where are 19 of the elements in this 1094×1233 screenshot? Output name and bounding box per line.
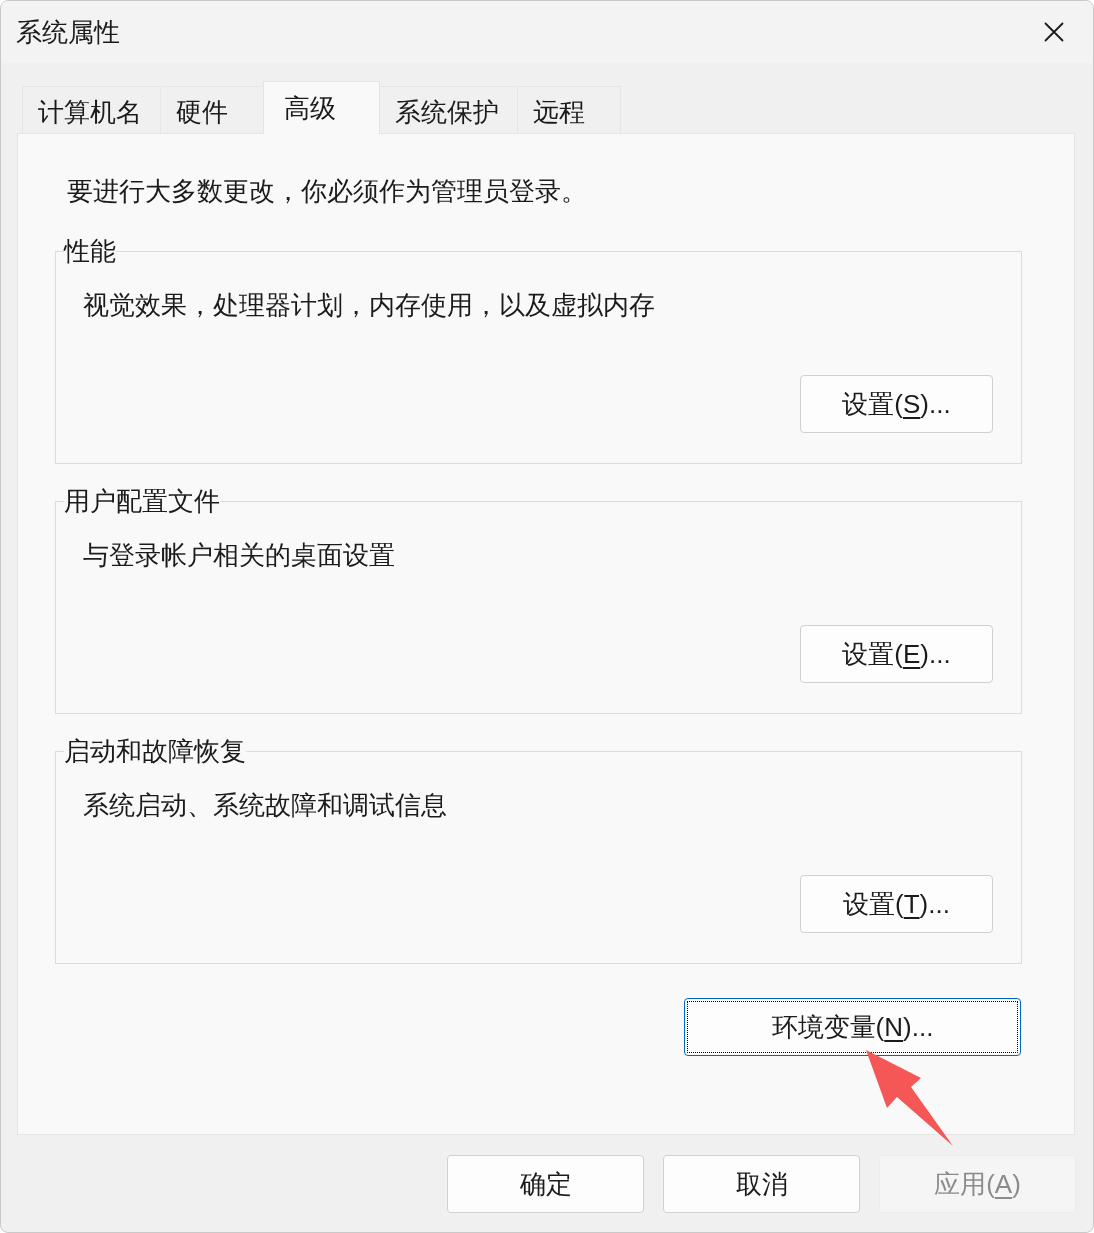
settings-button[interactable]: 设置(E)... — [800, 625, 993, 683]
close-icon — [1044, 22, 1064, 42]
environment-variables-button[interactable]: 环境变量(N)... — [684, 998, 1021, 1056]
group-description: 视觉效果，处理器计划，内存使用，以及虚拟内存 — [83, 289, 656, 322]
settings-button[interactable]: 设置(T)... — [800, 875, 993, 933]
window-title: 系统属性 — [15, 16, 120, 49]
tab[interactable]: 高级 — [263, 81, 380, 134]
group-title: 用户配置文件 — [64, 486, 220, 516]
tab[interactable]: 远程 — [517, 86, 621, 133]
group-title: 性能 — [64, 236, 116, 266]
arrow-icon — [866, 1050, 953, 1146]
group-description: 与登录帐户相关的桌面设置 — [83, 539, 396, 572]
tab[interactable]: 计算机名 — [22, 86, 161, 133]
group-title: 启动和故障恢复 — [64, 736, 246, 766]
notice-text: 要进行大多数更改，你必须作为管理员登录。 — [67, 175, 588, 208]
settings-button[interactable]: 设置(S)... — [800, 375, 993, 433]
group-description: 系统启动、系统故障和调试信息 — [83, 789, 448, 822]
cancel-button[interactable]: 取消 — [663, 1155, 860, 1213]
ok-button[interactable]: 确定 — [447, 1155, 644, 1213]
